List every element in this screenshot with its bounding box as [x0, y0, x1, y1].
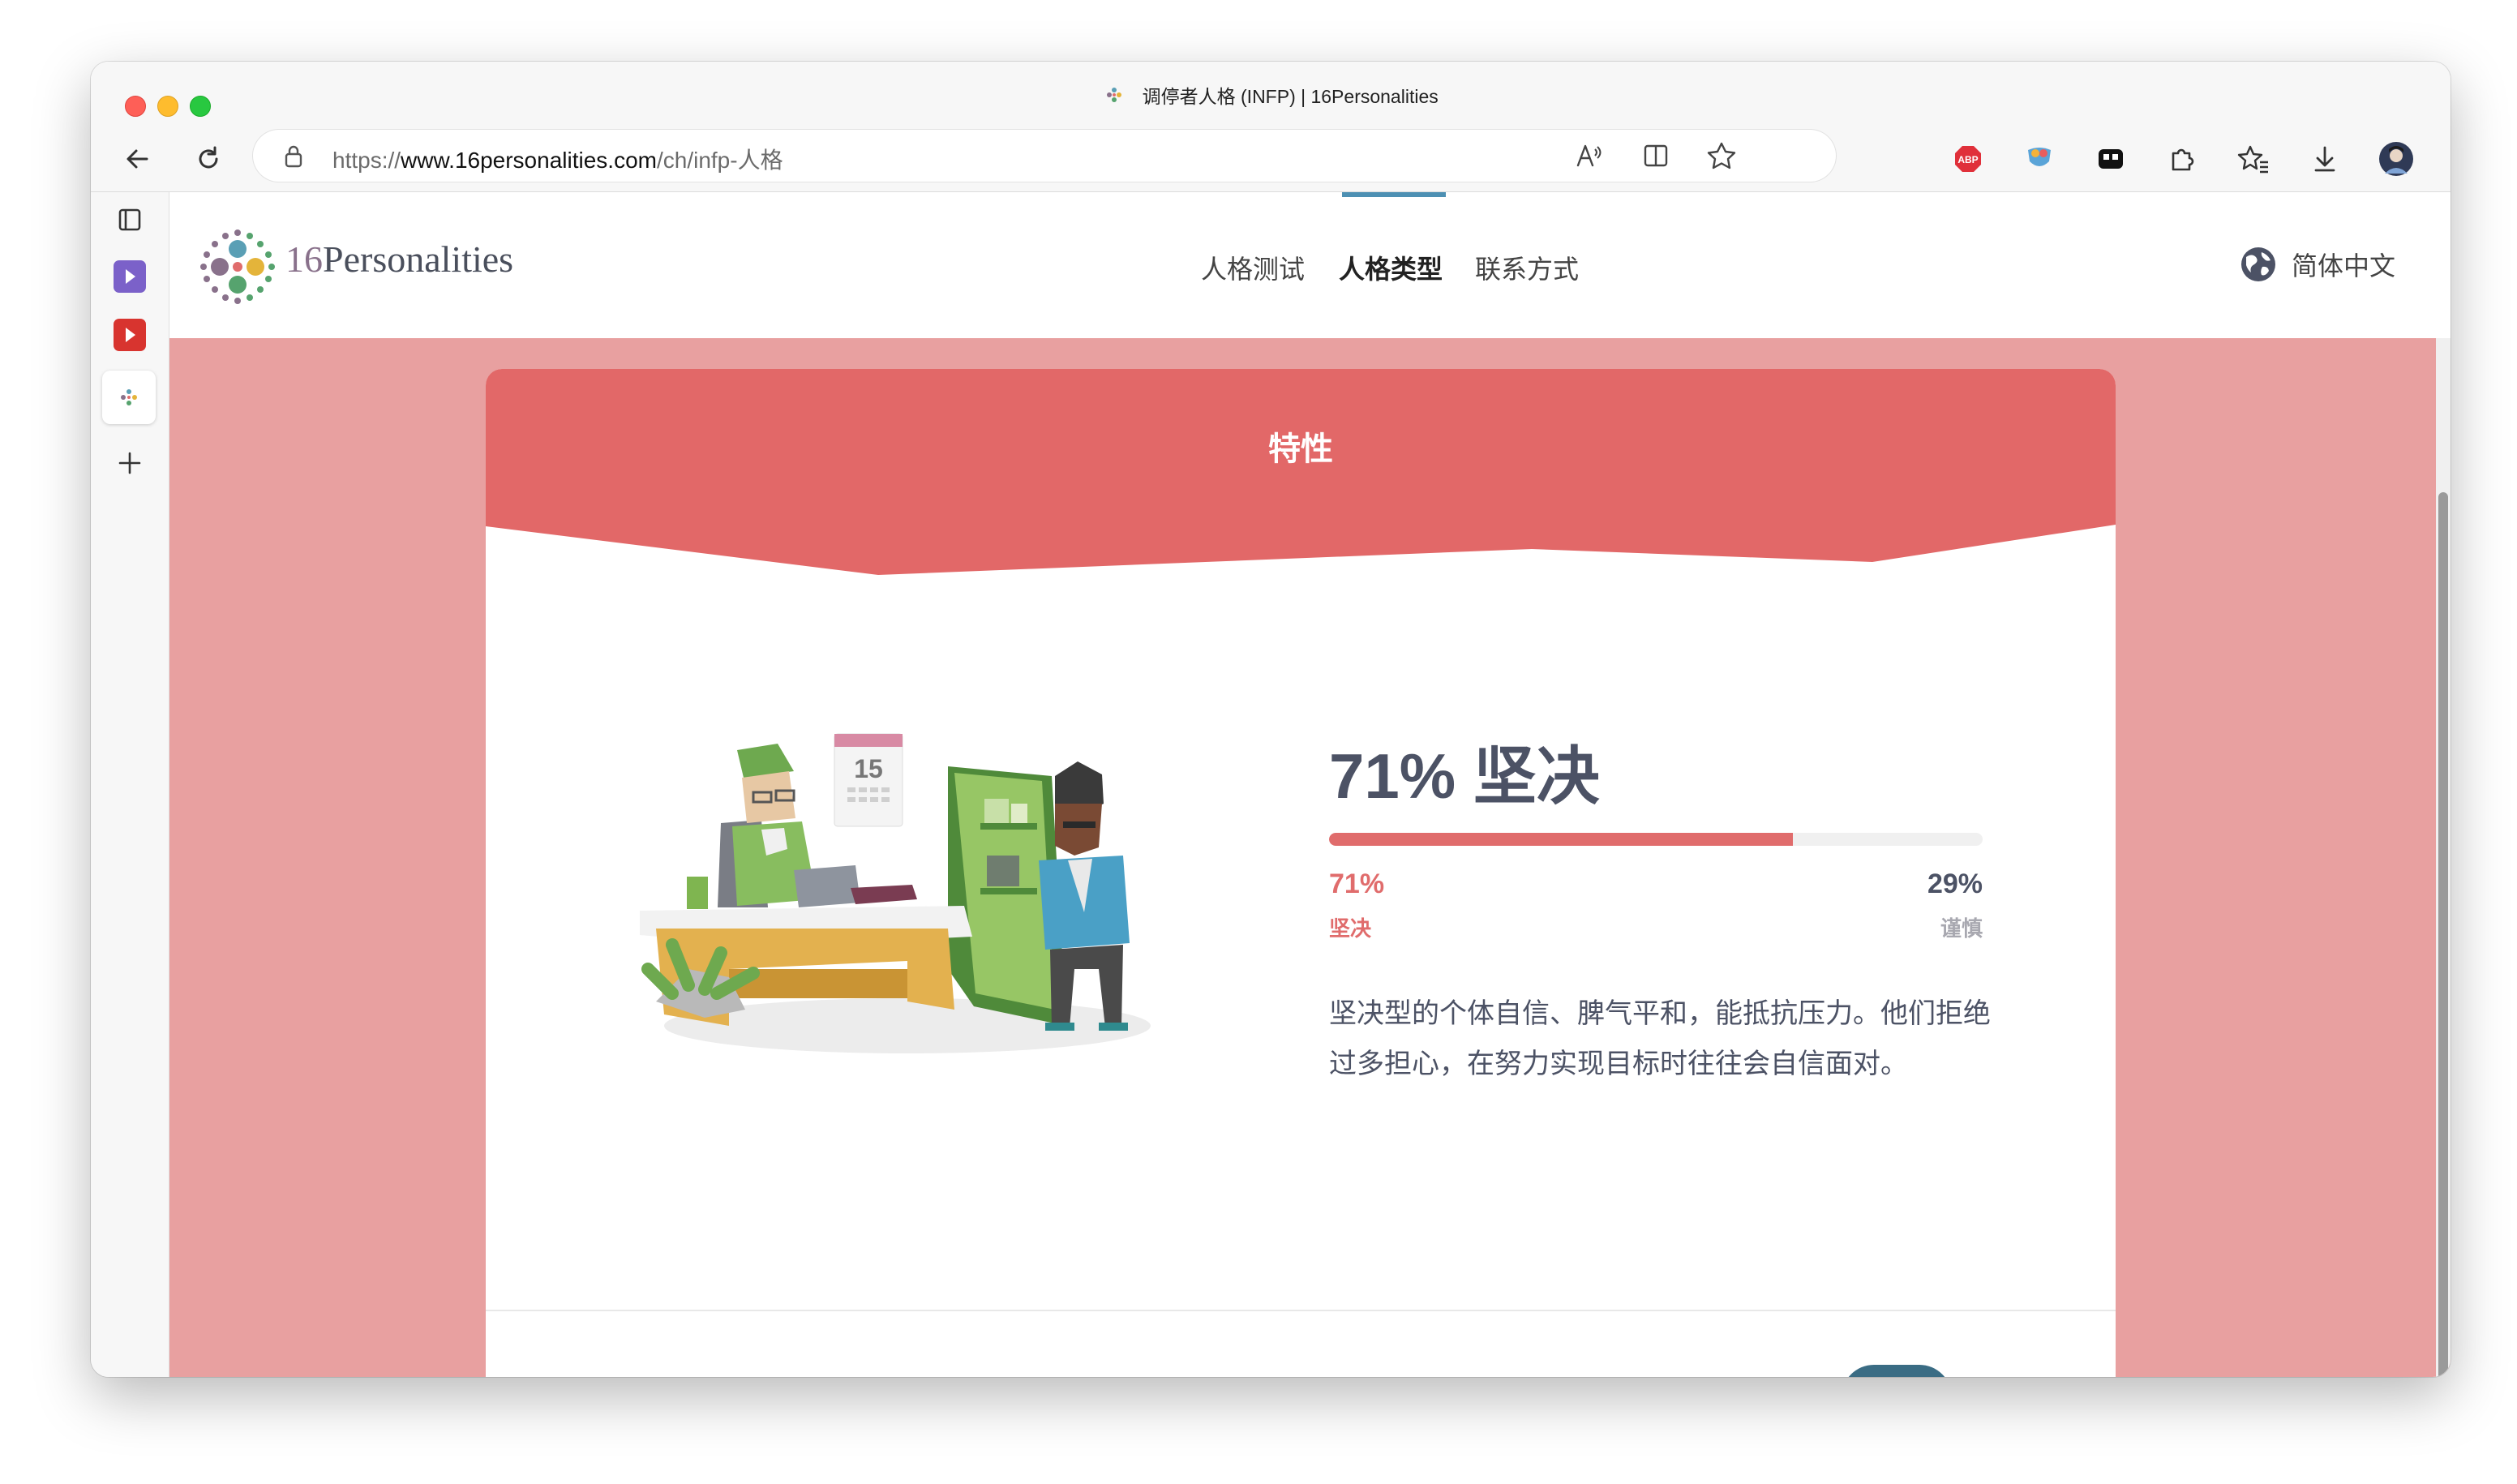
card-header-band	[486, 369, 2116, 575]
trait-progress-fill	[1329, 833, 1794, 846]
web-page: 16Personalities 人格测试 人格类型 联系方式 简体中文 特性 1…	[169, 192, 2451, 1377]
nav-contact[interactable]: 联系方式	[1475, 249, 1579, 286]
back-icon[interactable]	[115, 127, 159, 191]
logo-dots-icon[interactable]	[199, 228, 277, 306]
site-favicon-icon	[1107, 88, 1122, 102]
browser-window: 调停者人格 (INFP) | 16Personalities ABP https…	[91, 62, 2451, 1377]
tab-actions-icon[interactable]	[110, 200, 149, 239]
active-nav-indicator	[1342, 192, 1446, 197]
trait-progress-bar	[1329, 833, 1983, 846]
reader-extension-icon[interactable]	[2089, 127, 2133, 191]
split-screen-icon[interactable]	[1641, 141, 1670, 170]
trait-description: 坚决型的个体自信、脾气平和，能抵抗压力。他们拒绝过多担心，在努力实现目标时往往会…	[1329, 998, 1991, 1079]
vertical-tabs-sidebar	[91, 192, 169, 1377]
extensions-puzzle-icon[interactable]	[2160, 127, 2204, 191]
address-bar[interactable]: https://www.16personalities.com/ch/infp-…	[253, 130, 1836, 182]
next-section-button[interactable]	[1842, 1365, 1952, 1377]
card-divider	[486, 1310, 2116, 1311]
right-trait-label: 谨慎	[1940, 916, 1983, 941]
language-selector[interactable]: 简体中文	[2240, 246, 2395, 283]
more-menu-icon[interactable]	[2446, 127, 2451, 191]
right-percent: 29%	[1927, 869, 1983, 899]
left-percent: 71%	[1329, 869, 1385, 899]
nav-personality-test[interactable]: 人格测试	[1201, 249, 1305, 286]
title-bar: 调停者人格 (INFP) | 16Personalities	[91, 62, 2451, 127]
profile-avatar[interactable]	[2374, 127, 2418, 191]
site-favicon-icon	[121, 389, 137, 405]
shield-extension-icon[interactable]	[2017, 127, 2061, 191]
trait-card: 特性 15 71% 坚决 71% 坚决 29% 谨慎 坚决型的个体自信、脾气平和…	[486, 369, 2116, 1377]
new-tab-plus-icon[interactable]	[110, 444, 149, 483]
section-title: 特性	[1268, 431, 1333, 467]
download-icon[interactable]	[2303, 127, 2347, 191]
window-title: 调停者人格 (INFP) | 16Personalities	[91, 81, 2451, 109]
left-trait-label: 坚决	[1329, 916, 1372, 941]
scrollbar[interactable]	[2436, 338, 2451, 1377]
add-favorite-star-icon[interactable]	[1706, 141, 1737, 170]
scrollbar-thumb[interactable]	[2438, 492, 2448, 1377]
tab-video-red-icon[interactable]	[110, 315, 149, 354]
read-aloud-icon[interactable]	[1575, 141, 1604, 170]
favorites-icon[interactable]	[2232, 127, 2275, 191]
adblock-extension-icon[interactable]: ABP	[1946, 127, 1990, 191]
tab-video-purple-icon[interactable]	[110, 257, 149, 296]
tab-16personalities[interactable]	[102, 371, 156, 424]
svg-text:ABP: ABP	[1957, 154, 1978, 165]
site-logo[interactable]: 16Personalities	[285, 238, 513, 281]
svg-text:15: 15	[854, 754, 883, 783]
trait-heading: 71% 坚决	[1329, 740, 1600, 812]
office-illustration: 15	[640, 733, 1151, 1053]
reload-icon[interactable]	[187, 127, 230, 191]
nav-personality-types[interactable]: 人格类型	[1339, 249, 1443, 286]
site-header: 16Personalities 人格测试 人格类型 联系方式 简体中文	[169, 192, 2451, 338]
url-text: https://www.16personalities.com/ch/infp-…	[332, 148, 783, 173]
lock-icon	[285, 145, 302, 168]
globe-icon	[2240, 247, 2275, 281]
